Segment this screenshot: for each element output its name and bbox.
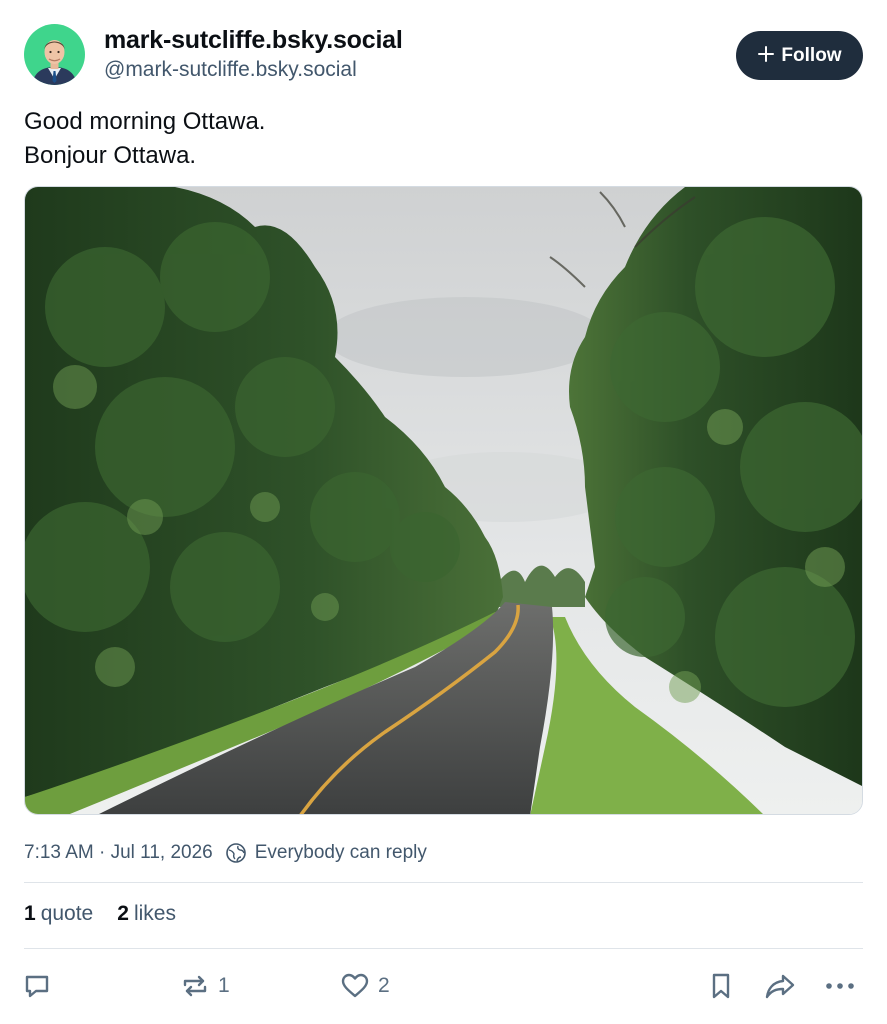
divider (24, 948, 863, 949)
repost-count: 1 (218, 974, 230, 997)
post-stats: 1 quote 2 likes (24, 902, 176, 926)
globe-icon (225, 842, 247, 864)
avatar-image (24, 24, 85, 85)
heart-icon (340, 971, 370, 1001)
quotes-label: quote (40, 902, 94, 925)
post-text: Good morning Ottawa. Bonjour Ottawa. (24, 105, 265, 173)
reply-setting[interactable]: Everybody can reply (255, 842, 427, 864)
share-button[interactable] (764, 968, 796, 1004)
author-handle[interactable]: @mark-sutcliffe.bsky.social (104, 58, 357, 82)
post-timestamp[interactable]: 7:13 AM · Jul 11, 2026 (24, 842, 213, 864)
bike-path-photo (25, 187, 862, 814)
comment-icon (22, 971, 52, 1001)
post-image[interactable] (24, 186, 863, 815)
like-button[interactable]: 2 (340, 968, 390, 1004)
quotes-stat[interactable]: 1 quote (24, 902, 93, 926)
plus-icon (757, 41, 775, 67)
quotes-count: 1 (24, 902, 36, 925)
follow-button[interactable]: Follow (736, 31, 863, 80)
likes-label: likes (133, 902, 176, 925)
post-text-line: Good morning Ottawa. (24, 108, 266, 135)
more-icon (824, 971, 856, 1001)
author-display-name[interactable]: mark-sutcliffe.bsky.social (104, 26, 403, 55)
share-icon (764, 971, 796, 1001)
follow-button-label: Follow (781, 44, 842, 66)
avatar[interactable] (24, 24, 85, 85)
post-view: mark-sutcliffe.bsky.social @mark-sutclif… (0, 0, 887, 1024)
reply-button[interactable] (22, 968, 52, 1004)
bookmark-icon (706, 971, 736, 1001)
post-meta: 7:13 AM · Jul 11, 2026 Everybody can rep… (24, 840, 427, 866)
repost-button[interactable]: 1 (180, 968, 230, 1004)
bookmark-button[interactable] (706, 968, 736, 1004)
likes-count: 2 (117, 902, 129, 925)
divider (24, 882, 863, 883)
likes-stat[interactable]: 2 likes (117, 902, 176, 926)
like-count: 2 (378, 974, 390, 997)
post-text-line: Bonjour Ottawa. (24, 142, 197, 169)
repost-icon (180, 971, 210, 1001)
more-options-button[interactable] (824, 968, 856, 1004)
